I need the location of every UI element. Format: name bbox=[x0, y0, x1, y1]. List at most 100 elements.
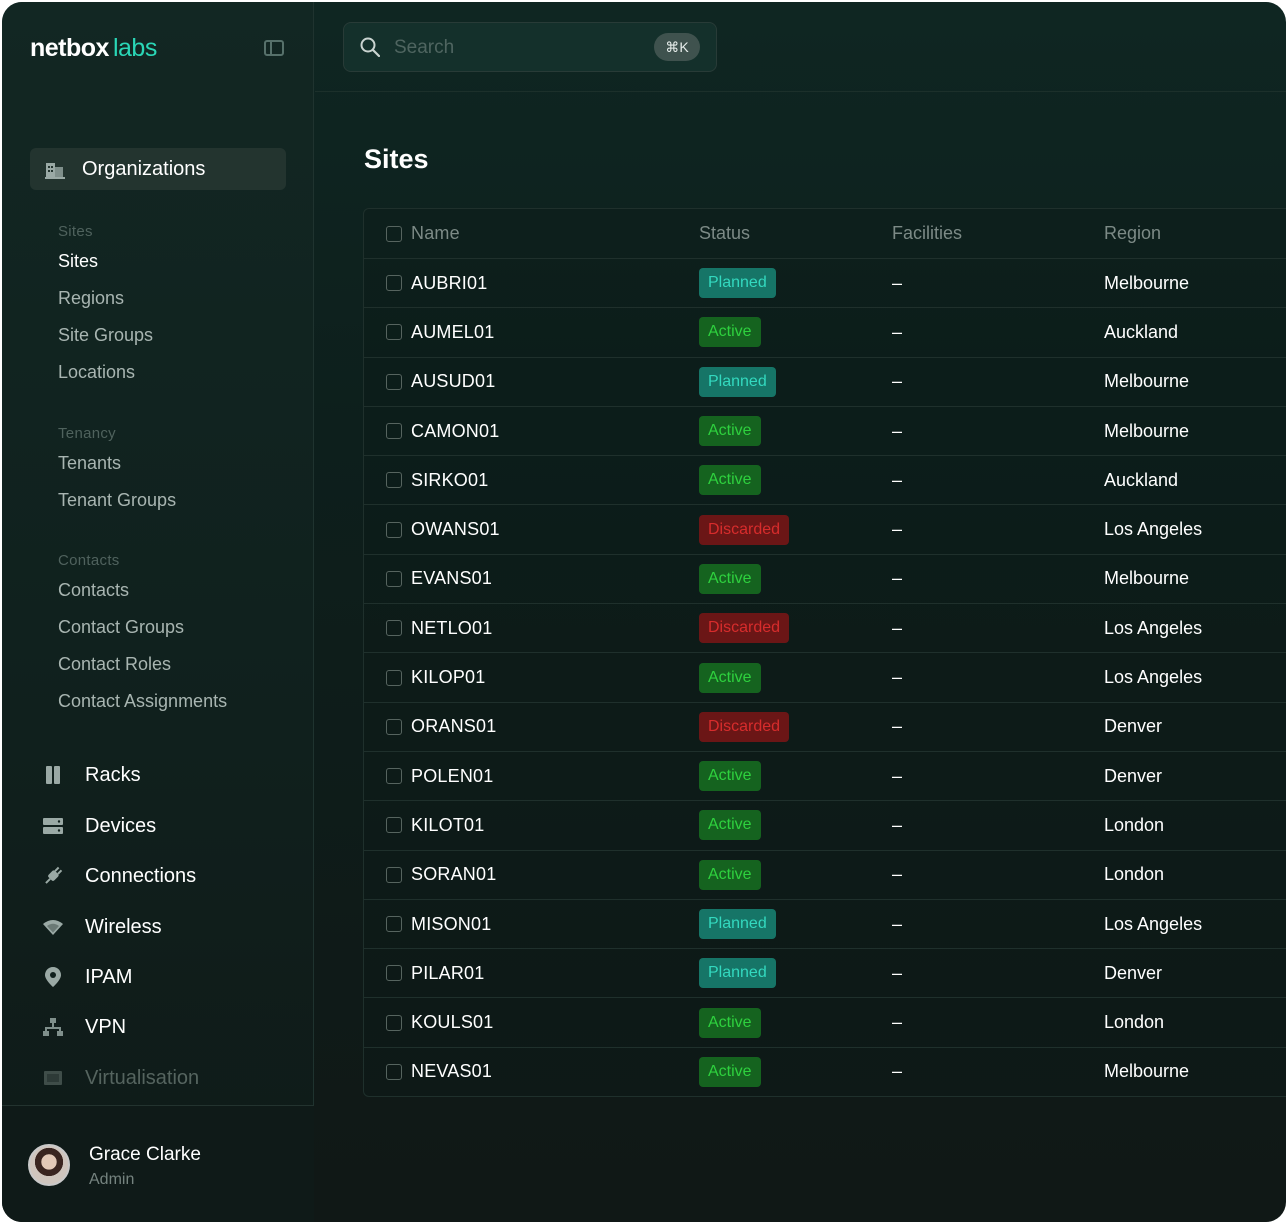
site-name[interactable]: SIRKO01 bbox=[411, 456, 488, 504]
site-name[interactable]: POLEN01 bbox=[411, 752, 493, 800]
sidebar-item-racks[interactable]: Racks bbox=[42, 760, 141, 790]
row-checkbox[interactable] bbox=[386, 521, 402, 538]
row-checkbox[interactable] bbox=[386, 1014, 402, 1031]
row-select-cell bbox=[386, 851, 402, 899]
row-checkbox[interactable] bbox=[386, 768, 402, 785]
site-name[interactable]: KOULS01 bbox=[411, 999, 493, 1047]
region-value[interactable]: Auckland bbox=[1104, 308, 1178, 356]
sidebar-link-sites[interactable]: Sites bbox=[58, 243, 153, 280]
region-value[interactable]: Los Angeles bbox=[1104, 900, 1202, 948]
table-row[interactable]: SORAN01 Active – London bbox=[364, 851, 1286, 900]
table-row[interactable]: MISON01 Planned – Los Angeles bbox=[364, 900, 1286, 950]
region-value[interactable]: Denver bbox=[1104, 949, 1162, 997]
sidebar-link-regions[interactable]: Regions bbox=[58, 280, 153, 317]
sidebar-link-tenant-groups[interactable]: Tenant Groups bbox=[58, 482, 176, 519]
site-name[interactable]: NETLO01 bbox=[411, 604, 492, 652]
region-value[interactable]: Melbourne bbox=[1104, 1048, 1189, 1096]
site-name[interactable]: EVANS01 bbox=[411, 555, 492, 603]
table-row[interactable]: AUMEL01 Active – Auckland bbox=[364, 308, 1286, 358]
site-name[interactable]: SORAN01 bbox=[411, 851, 496, 899]
top-bar: Search ⌘K bbox=[315, 2, 1286, 92]
status-cell: Active bbox=[699, 1048, 761, 1096]
user-profile[interactable]: Grace Clarke Admin bbox=[2, 1105, 314, 1222]
table-row[interactable]: KILOP01 Active – Los Angeles bbox=[364, 653, 1286, 703]
table-row[interactable]: PILAR01 Planned – Denver bbox=[364, 949, 1286, 999]
site-name[interactable]: NEVAS01 bbox=[411, 1048, 492, 1096]
sidebar-item-ipam[interactable]: IPAM bbox=[42, 962, 132, 992]
region-value[interactable]: London bbox=[1104, 851, 1164, 899]
region-value[interactable]: Melbourne bbox=[1104, 358, 1189, 406]
site-name[interactable]: ORANS01 bbox=[411, 703, 496, 751]
table-row[interactable]: NEVAS01 Active – Melbourne bbox=[364, 1048, 1286, 1096]
table-row[interactable]: AUSUD01 Planned – Melbourne bbox=[364, 358, 1286, 407]
row-checkbox[interactable] bbox=[386, 669, 402, 686]
search-input[interactable]: Search ⌘K bbox=[343, 22, 717, 72]
region-value[interactable]: London bbox=[1104, 999, 1164, 1047]
row-checkbox[interactable] bbox=[386, 620, 402, 637]
table-row[interactable]: OWANS01 Discarded – Los Angeles bbox=[364, 506, 1286, 555]
table-row[interactable]: KOULS01 Active – London bbox=[364, 999, 1286, 1048]
sidebar-link-contact-groups[interactable]: Contact Groups bbox=[58, 609, 227, 646]
table-row[interactable]: ORANS01 Discarded – Denver bbox=[364, 703, 1286, 752]
table-row[interactable]: EVANS01 Active – Melbourne bbox=[364, 555, 1286, 605]
row-checkbox[interactable] bbox=[386, 423, 402, 440]
region-value[interactable]: Denver bbox=[1104, 752, 1162, 800]
site-name[interactable]: KILOP01 bbox=[411, 653, 485, 701]
region-value[interactable]: Los Angeles bbox=[1104, 653, 1202, 701]
site-name[interactable]: CAMON01 bbox=[411, 407, 499, 455]
site-name[interactable]: AUSUD01 bbox=[411, 358, 495, 406]
column-header-region[interactable]: Region bbox=[1104, 209, 1161, 258]
sidebar-link-site-groups[interactable]: Site Groups bbox=[58, 317, 153, 354]
region-value[interactable]: Los Angeles bbox=[1104, 506, 1202, 554]
table-row[interactable]: POLEN01 Active – Denver bbox=[364, 752, 1286, 802]
select-all-checkbox[interactable] bbox=[386, 225, 402, 242]
row-checkbox[interactable] bbox=[386, 1063, 402, 1080]
sidebar-link-contacts[interactable]: Contacts bbox=[58, 572, 227, 609]
table-row[interactable]: SIRKO01 Active – Auckland bbox=[364, 456, 1286, 506]
region-value[interactable]: Auckland bbox=[1104, 456, 1178, 504]
sidebar-link-contact-roles[interactable]: Contact Roles bbox=[58, 646, 227, 683]
row-checkbox[interactable] bbox=[386, 472, 402, 489]
region-value[interactable]: Denver bbox=[1104, 703, 1162, 751]
row-checkbox[interactable] bbox=[386, 866, 402, 883]
site-name[interactable]: PILAR01 bbox=[411, 949, 484, 997]
table-row[interactable]: CAMON01 Active – Melbourne bbox=[364, 407, 1286, 457]
sidebar-item-organizations[interactable]: Organizations bbox=[30, 148, 286, 190]
row-checkbox[interactable] bbox=[386, 275, 402, 292]
table-row[interactable]: NETLO01 Discarded – Los Angeles bbox=[364, 604, 1286, 654]
row-checkbox[interactable] bbox=[386, 965, 402, 982]
sidebar-collapse-icon[interactable] bbox=[264, 40, 284, 56]
column-header-name[interactable]: Name bbox=[411, 209, 460, 258]
sidebar-item-virtualisation[interactable]: Virtualisation bbox=[42, 1063, 199, 1093]
sidebar-link-contact-assignments[interactable]: Contact Assignments bbox=[58, 683, 227, 720]
site-name[interactable]: AUMEL01 bbox=[411, 308, 494, 356]
region-value[interactable]: Melbourne bbox=[1104, 555, 1189, 603]
sidebar-item-vpn[interactable]: VPN bbox=[42, 1012, 126, 1042]
row-checkbox[interactable] bbox=[386, 373, 402, 390]
region-value[interactable]: Los Angeles bbox=[1104, 604, 1202, 652]
site-name[interactable]: KILOT01 bbox=[411, 801, 484, 849]
sidebar-link-tenants[interactable]: Tenants bbox=[58, 445, 176, 482]
sidebar-item-connections[interactable]: Connections bbox=[42, 861, 196, 891]
sidebar-item-devices[interactable]: Devices bbox=[42, 811, 156, 841]
status-badge: Planned bbox=[699, 268, 776, 299]
row-checkbox[interactable] bbox=[386, 324, 402, 341]
column-header-facilities[interactable]: Facilities bbox=[892, 209, 962, 258]
logo[interactable]: netbox labs bbox=[30, 34, 157, 63]
table-row[interactable]: KILOT01 Active – London bbox=[364, 801, 1286, 851]
site-name[interactable]: OWANS01 bbox=[411, 506, 500, 554]
site-name[interactable]: AUBRI01 bbox=[411, 259, 487, 307]
region-value[interactable]: Melbourne bbox=[1104, 259, 1189, 307]
row-checkbox[interactable] bbox=[386, 916, 402, 933]
row-checkbox[interactable] bbox=[386, 817, 402, 834]
row-checkbox[interactable] bbox=[386, 718, 402, 735]
region-value[interactable]: London bbox=[1104, 801, 1164, 849]
region-value[interactable]: Melbourne bbox=[1104, 407, 1189, 455]
table-row[interactable]: AUBRI01 Planned – Melbourne bbox=[364, 259, 1286, 309]
sidebar-item-wireless[interactable]: Wireless bbox=[42, 912, 162, 942]
row-checkbox[interactable] bbox=[386, 570, 402, 587]
avatar[interactable] bbox=[28, 1144, 70, 1186]
column-header-status[interactable]: Status bbox=[699, 209, 750, 258]
site-name[interactable]: MISON01 bbox=[411, 900, 491, 948]
sidebar-link-locations[interactable]: Locations bbox=[58, 354, 153, 391]
